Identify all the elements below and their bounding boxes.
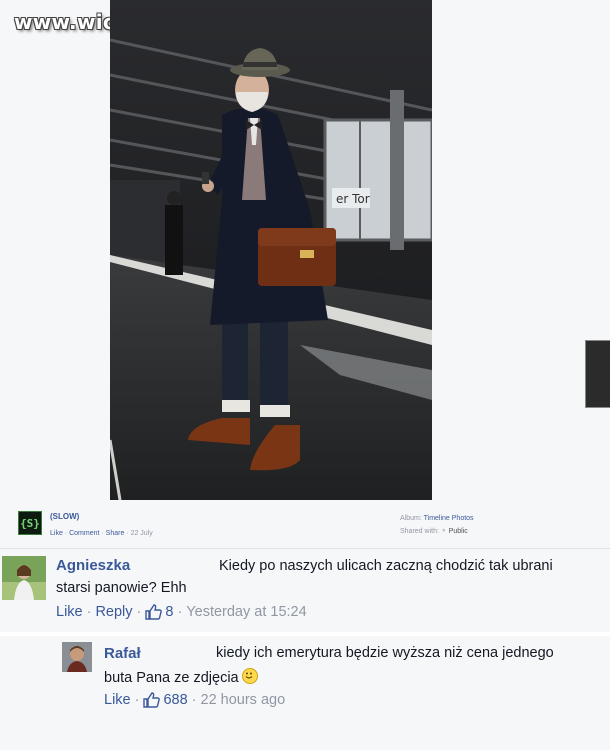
comment-text-line: buta Pana ze zdjęcia	[104, 668, 258, 686]
station-sign-text: er Tor	[336, 192, 370, 206]
post-photo[interactable]: er Tor	[110, 0, 432, 500]
like-count[interactable]: 688	[163, 692, 187, 708]
like-count[interactable]: 8	[165, 604, 173, 620]
thumbs-up-icon	[143, 692, 161, 708]
comment-text-line: starsi panowie? Ehh	[56, 580, 187, 596]
comment-timestamp[interactable]: Yesterday at 15:24	[186, 604, 306, 620]
subway-platform-photo: er Tor	[110, 0, 432, 500]
comment-author-link[interactable]: Rafał	[104, 645, 141, 662]
comment-author-link[interactable]: Agnieszka	[56, 557, 130, 574]
avatar[interactable]	[62, 642, 92, 672]
album-label: Album:	[400, 515, 422, 522]
comment-like-link[interactable]: Like	[104, 692, 131, 708]
page-logo[interactable]: {S}	[18, 511, 42, 535]
album-info: Album: Timeline Photos Shared with: ⚬ Pu…	[400, 512, 474, 538]
post-actions: Like · Comment · Share · 22 July	[50, 530, 153, 537]
post-comment-link[interactable]: Comment	[69, 530, 99, 537]
post-date[interactable]: 22 July	[131, 530, 153, 537]
avatar[interactable]	[2, 556, 46, 600]
thumbs-up-icon	[145, 604, 163, 620]
comment-text-line: Kiedy po naszych ulicach zaczną chodzić …	[219, 558, 553, 574]
comment-actions: Like · 688 · 22 hours ago	[104, 692, 286, 708]
post-like-link[interactable]: Like	[50, 530, 63, 537]
comment-timestamp[interactable]: 22 hours ago	[201, 692, 286, 708]
privacy-value[interactable]: Public	[449, 528, 468, 535]
comment-text-line: kiedy ich emerytura będzie wyższa niż ce…	[216, 645, 554, 661]
comment-actions: Like · Reply · 8 · Yesterday at 15:24	[56, 604, 307, 620]
comment-like-link[interactable]: Like	[56, 604, 83, 620]
comment-reply-link[interactable]: Reply	[95, 604, 132, 620]
globe-icon: ⚬	[440, 528, 447, 535]
side-panel-tab[interactable]	[585, 340, 610, 408]
comment-text: buta Pana ze zdjęcia	[104, 670, 239, 686]
shared-label: Shared with:	[400, 528, 439, 535]
post-meta-bar: {S} (SLOW) Like · Comment · Share · 22 J…	[18, 508, 598, 540]
comment: Agnieszka Kiedy po naszych ulicach zaczn…	[0, 548, 610, 633]
smiley-icon	[241, 668, 258, 684]
post-share-link[interactable]: Share	[106, 530, 125, 537]
album-link[interactable]: Timeline Photos	[424, 515, 474, 522]
comment: Rafał kiedy ich emerytura będzie wyższa …	[0, 636, 610, 714]
page-name-link[interactable]: (SLOW)	[50, 512, 79, 521]
